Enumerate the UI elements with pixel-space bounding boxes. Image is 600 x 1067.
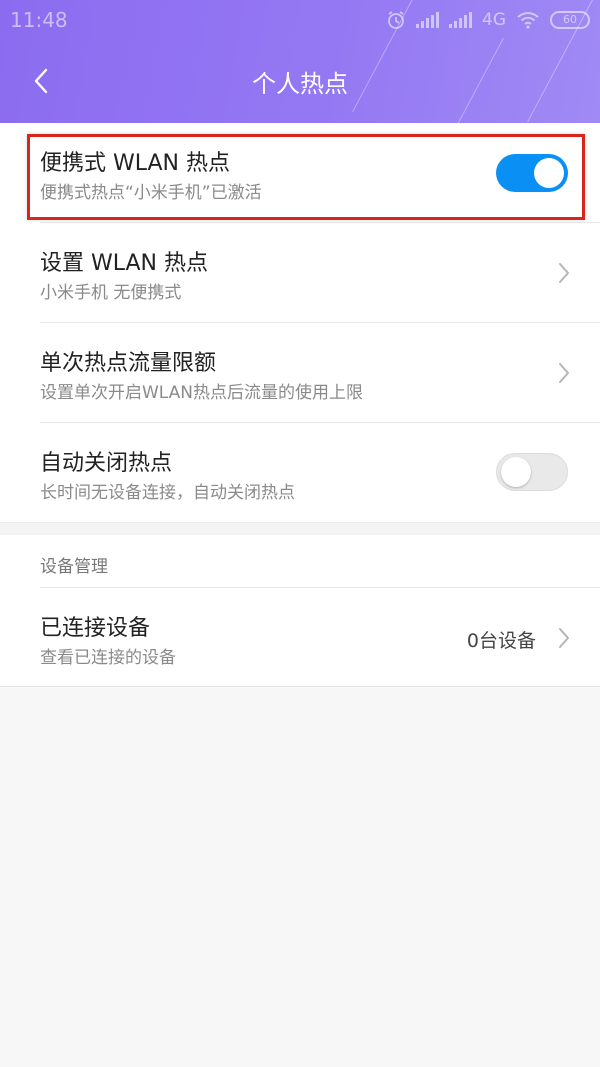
chevron-right-icon: [559, 263, 569, 283]
setting-title: 已连接设备: [40, 616, 151, 641]
status-time: 11:48: [10, 8, 68, 32]
auto-close-toggle[interactable]: [496, 453, 568, 491]
setting-subtitle: 查看已连接的设备: [40, 648, 176, 668]
wifi-icon: [517, 12, 539, 29]
status-bar: 11:48 4G 60: [0, 0, 600, 40]
setting-subtitle: 长时间无设备连接，自动关闭热点: [40, 483, 295, 503]
chevron-right-icon: [559, 628, 569, 648]
highlight-box: [27, 134, 585, 220]
setting-configure-wlan-hotspot[interactable]: 设置 WLAN 热点 小米手机 无便携式: [0, 223, 600, 323]
signal-icon: [416, 12, 439, 28]
section-gap: [0, 522, 600, 535]
setting-subtitle: 设置单次开启WLAN热点后流量的使用上限: [40, 383, 364, 403]
connected-device-count: 0台设备: [466, 630, 536, 652]
toggle-knob: [501, 457, 531, 487]
alarm-icon: [388, 11, 404, 29]
top-bar: 个人热点: [0, 40, 600, 123]
app-header: 11:48 4G 60 个人热点: [0, 0, 600, 123]
setting-data-limit[interactable]: 单次热点流量限额 设置单次开启WLAN热点后流量的使用上限: [0, 323, 600, 423]
setting-subtitle: 小米手机 无便携式: [40, 283, 182, 303]
chevron-right-icon: [559, 363, 569, 383]
section-header: 设备管理: [40, 557, 108, 577]
signal-icon: [449, 12, 472, 28]
battery-icon: 60: [550, 11, 590, 29]
setting-auto-close-hotspot[interactable]: 自动关闭热点 长时间无设备连接，自动关闭热点: [0, 423, 600, 523]
setting-title: 单次热点流量限额: [40, 351, 217, 376]
setting-title: 设置 WLAN 热点: [40, 251, 209, 276]
status-icons: 4G 60: [386, 8, 590, 32]
setting-title: 自动关闭热点: [40, 451, 173, 476]
page-title: 个人热点: [252, 70, 348, 98]
network-type: 4G: [482, 10, 506, 30]
